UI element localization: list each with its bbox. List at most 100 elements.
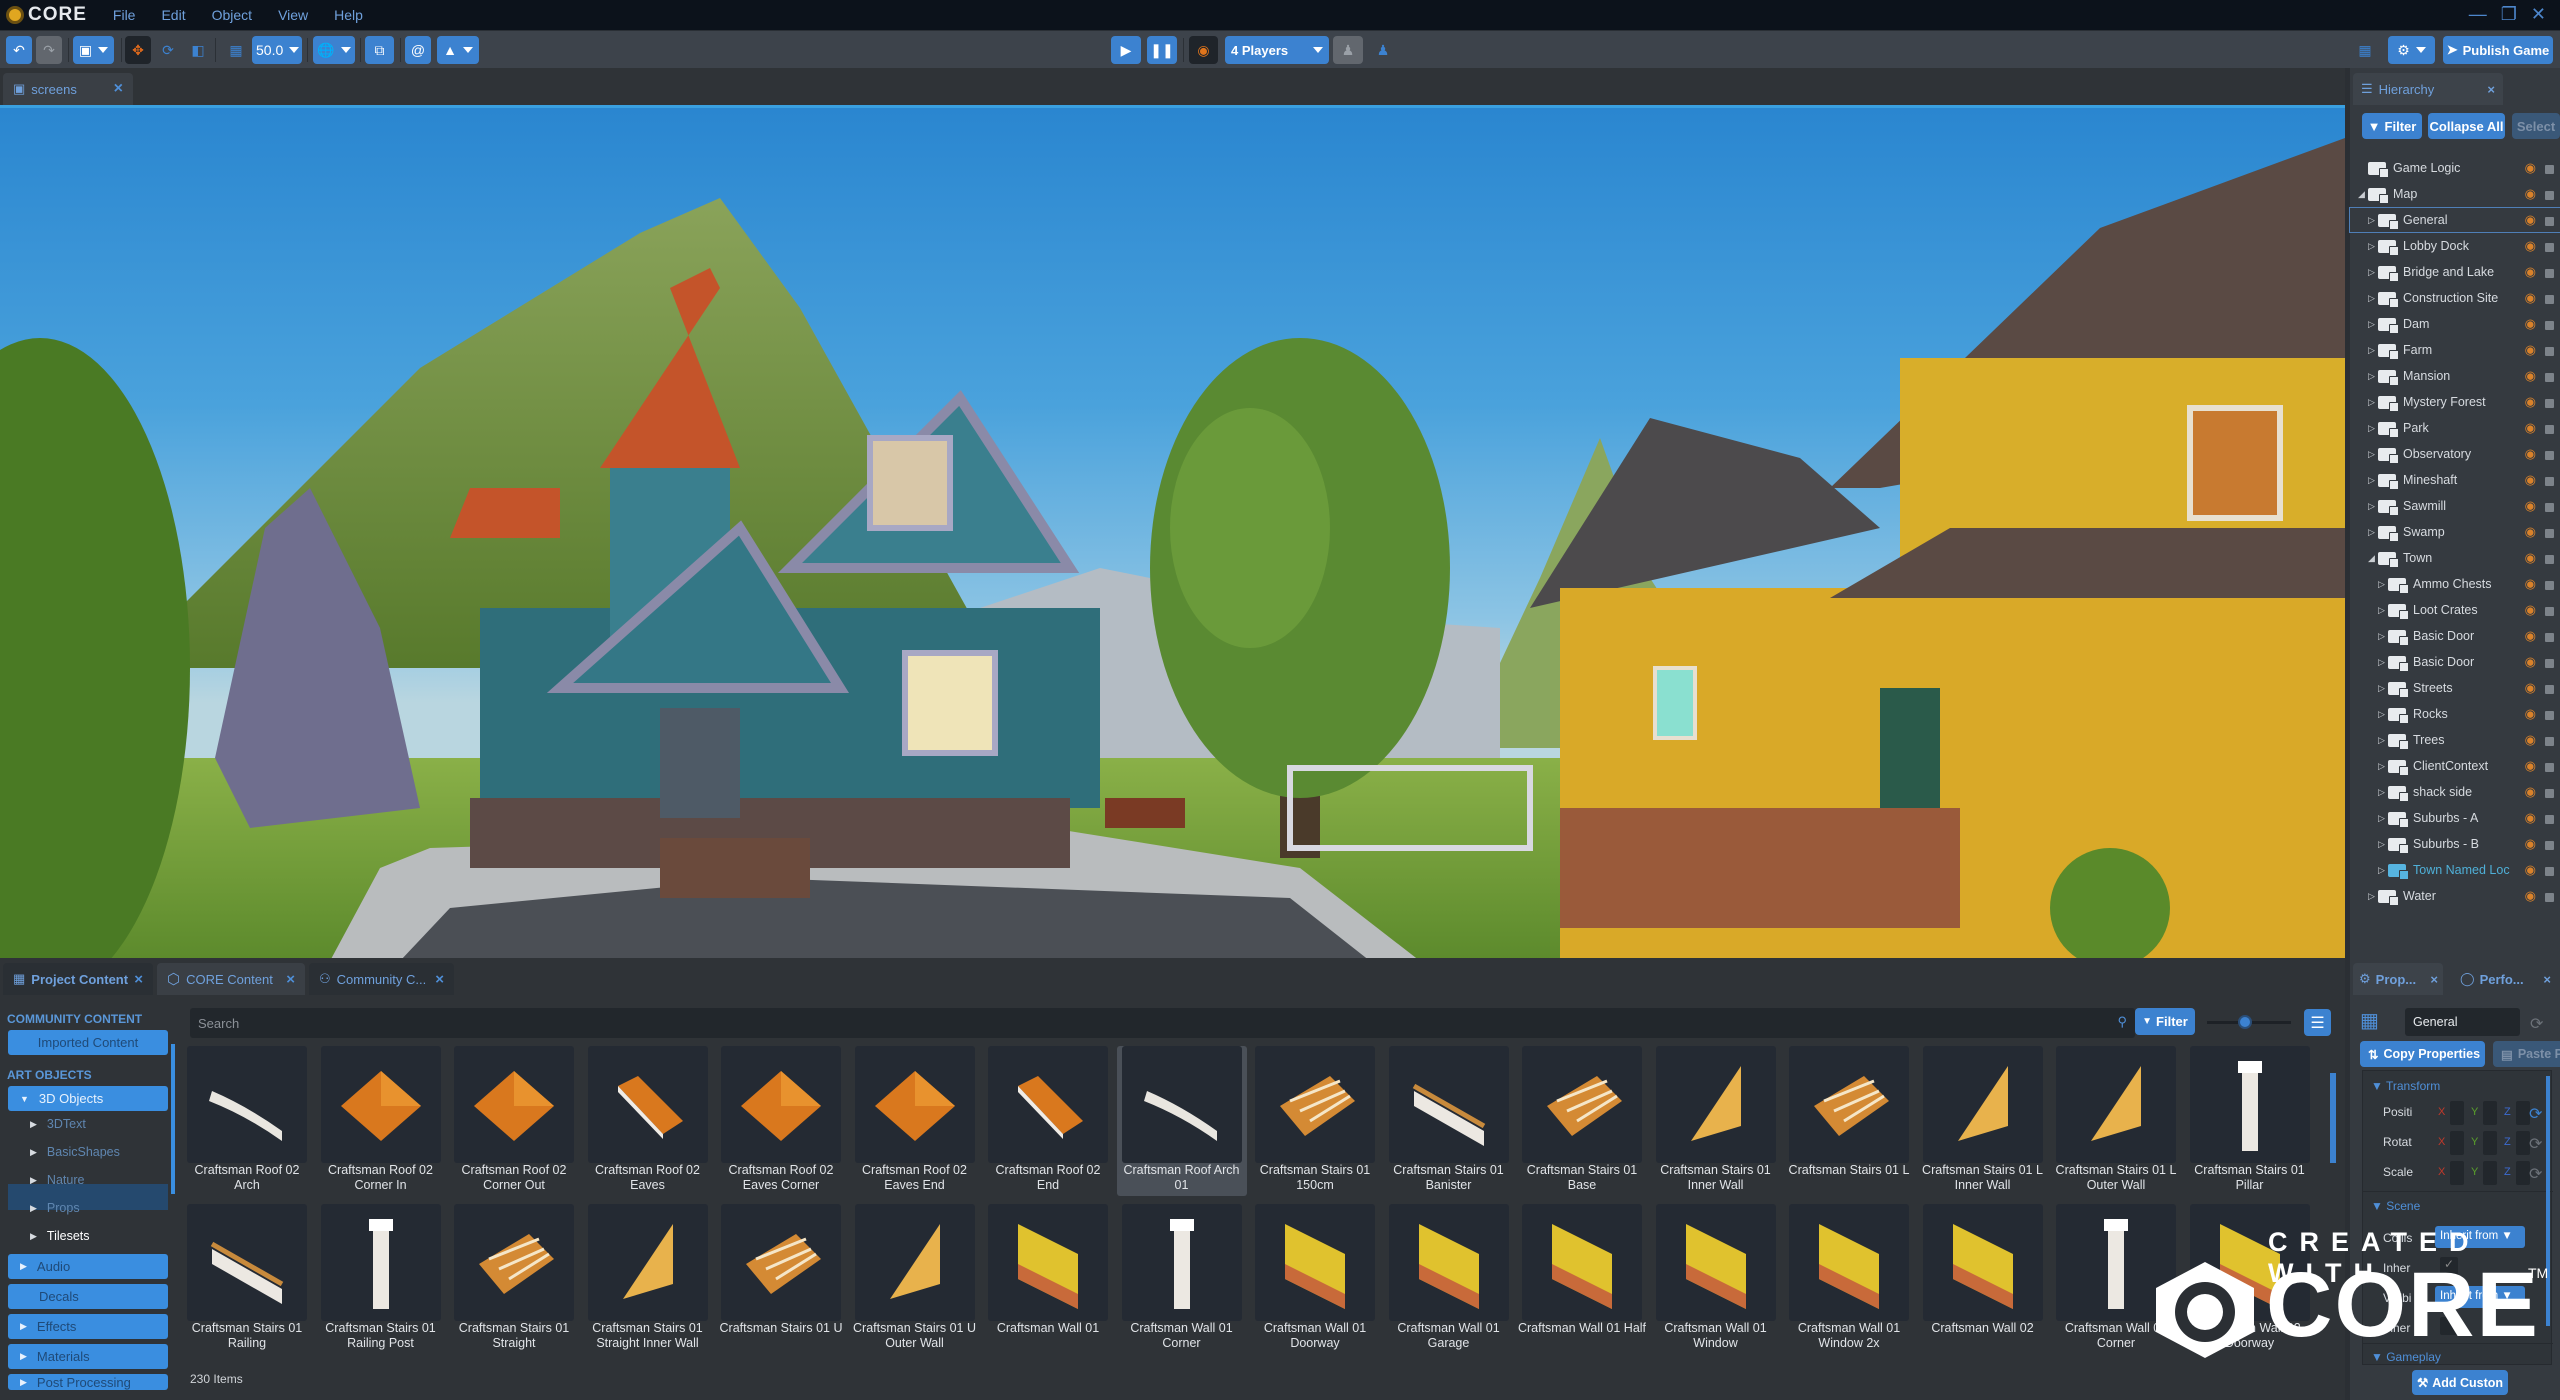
transform-value-input[interactable]	[2450, 1161, 2464, 1185]
terrain-dropdown[interactable]: ▲	[437, 36, 479, 64]
camera-settings-dropdown[interactable]: ⚙	[2388, 36, 2435, 64]
visibility-eye-icon[interactable]: ◉	[2525, 420, 2536, 436]
block-player-button[interactable]: ♟	[1368, 36, 1398, 64]
collapsed-arrow-icon[interactable]: ▷	[2368, 475, 2378, 486]
scene-section-header[interactable]: ▼ Scene	[2371, 1199, 2420, 1213]
tab-core-content[interactable]: ⬡ CORE Content ×	[157, 963, 305, 995]
lock-icon[interactable]	[2545, 659, 2554, 668]
category-3d-objects[interactable]: ▼ 3D Objects	[8, 1086, 168, 1111]
asset-tile[interactable]: Craftsman Stairs 01 Railing Post	[316, 1204, 446, 1354]
redo-button[interactable]: ↷	[36, 36, 62, 64]
category-audio[interactable]: ▶ Audio	[8, 1254, 168, 1279]
transform-value-input[interactable]	[2483, 1131, 2497, 1155]
menu-help[interactable]: Help	[334, 7, 363, 23]
lock-icon[interactable]	[2545, 217, 2554, 226]
imported-content-button[interactable]: Imported Content	[8, 1030, 168, 1055]
visibility-eye-icon[interactable]: ◉	[2525, 290, 2536, 306]
pause-button[interactable]: ❚❚	[1147, 36, 1177, 64]
transform-value-input[interactable]	[2483, 1101, 2497, 1125]
asset-tile[interactable]: Craftsman Wall 01 Corner	[1117, 1204, 1247, 1354]
visibility-eye-icon[interactable]: ◉	[2525, 654, 2536, 670]
collapsed-arrow-icon[interactable]: ▷	[2368, 527, 2378, 538]
menu-file[interactable]: File	[113, 7, 136, 23]
tab-screens[interactable]: ▣ screens ×	[3, 73, 133, 105]
tab-performance[interactable]: ◯ Perfo... ×	[2456, 963, 2556, 995]
asset-tile[interactable]: Craftsman Roof 02 Corner In	[316, 1046, 446, 1196]
tab-project-content[interactable]: ▦ Project Content ×	[3, 963, 153, 995]
transform-value-input[interactable]	[2450, 1101, 2464, 1125]
lock-icon[interactable]	[2545, 737, 2554, 746]
asset-tile[interactable]: Craftsman Roof 02 Corner Out	[449, 1046, 579, 1196]
asset-tile[interactable]: Craftsman Stairs 01 L Outer Wall	[2051, 1046, 2181, 1196]
hierarchy-item[interactable]: ▷ Mineshaft ◉	[2350, 468, 2560, 492]
object-name-input[interactable]: General	[2405, 1008, 2520, 1036]
hierarchy-item[interactable]: ▷ Suburbs - A ◉	[2350, 806, 2560, 830]
lock-icon[interactable]	[2545, 581, 2554, 590]
hierarchy-item[interactable]: ▷ Streets ◉	[2350, 676, 2560, 700]
collapsed-arrow-icon[interactable]: ▷	[2378, 735, 2388, 746]
close-tab-icon[interactable]: ×	[286, 971, 295, 988]
expanded-arrow-icon[interactable]: ◢	[2358, 189, 2368, 200]
asset-tile[interactable]: Craftsman Wall 01 Window 2x	[1784, 1204, 1914, 1354]
category-materials[interactable]: ▶ Materials	[8, 1344, 168, 1369]
hierarchy-item[interactable]: ▷ Swamp ◉	[2350, 520, 2560, 544]
collapsed-arrow-icon[interactable]: ▷	[2368, 371, 2378, 382]
category-decals[interactable]: Decals	[8, 1284, 168, 1309]
move-tool-button[interactable]: ✥	[125, 36, 151, 64]
hierarchy-item[interactable]: Game Logic ◉	[2350, 156, 2560, 180]
address-button[interactable]: @	[405, 36, 431, 64]
visibility-eye-icon[interactable]: ◉	[2525, 160, 2536, 176]
hierarchy-item[interactable]: ▷ Mansion ◉	[2350, 364, 2560, 388]
close-tab-icon[interactable]: ×	[435, 971, 444, 988]
visibility-dropdown[interactable]: Inherit from ▼	[2435, 1286, 2525, 1308]
asset-tile[interactable]: Craftsman Stairs 01 L Inner Wall	[1918, 1046, 2048, 1196]
category-props[interactable]: ▶ Props	[30, 1201, 80, 1215]
transform-value-input[interactable]	[2516, 1161, 2530, 1185]
menu-object[interactable]: Object	[212, 7, 252, 23]
hierarchy-item[interactable]: ◢ Map ◉	[2350, 182, 2560, 206]
collapsed-arrow-icon[interactable]: ▷	[2378, 657, 2388, 668]
lock-icon[interactable]	[2545, 321, 2554, 330]
asset-tile[interactable]: Craftsman Wall 02 Doorway	[2185, 1204, 2315, 1354]
slider-handle[interactable]	[2237, 1015, 2252, 1029]
screen-preview-button[interactable]: ▦	[2352, 36, 2378, 64]
hierarchy-item[interactable]: ▷ Town Named Loc ◉	[2350, 858, 2560, 882]
visibility-eye-icon[interactable]: ◉	[2525, 576, 2536, 592]
hierarchy-item[interactable]: ▷ Water ◉	[2350, 884, 2560, 908]
content-filter-button[interactable]: ▼ Filter	[2135, 1008, 2195, 1035]
collapsed-arrow-icon[interactable]: ▷	[2368, 423, 2378, 434]
reset-icon[interactable]: ⟳	[2529, 1134, 2542, 1154]
lock-icon[interactable]	[2545, 477, 2554, 486]
visibility-eye-icon[interactable]: ◉	[2525, 888, 2536, 904]
search-icon[interactable]: ⚲	[2117, 1014, 2127, 1030]
collapsed-arrow-icon[interactable]: ▷	[2368, 215, 2378, 226]
visibility-eye-icon[interactable]: ◉	[2525, 862, 2536, 878]
collapsed-arrow-icon[interactable]: ▷	[2368, 891, 2378, 902]
close-window-icon[interactable]: ✕	[2531, 4, 2546, 25]
asset-tile[interactable]: Craftsman Stairs 01 Pillar	[2185, 1046, 2315, 1196]
lock-icon[interactable]	[2545, 815, 2554, 824]
asset-tile[interactable]: Craftsman Roof 02 Eaves Corner	[716, 1046, 846, 1196]
hierarchy-item[interactable]: ▷ Farm ◉	[2350, 338, 2560, 362]
visibility-eye-icon[interactable]: ◉	[2525, 212, 2536, 228]
collapsed-arrow-icon[interactable]: ▷	[2368, 293, 2378, 304]
menu-view[interactable]: View	[278, 7, 308, 23]
hierarchy-item[interactable]: ▷ Dam ◉	[2350, 312, 2560, 336]
category-scrollbar[interactable]	[171, 1044, 175, 1194]
lock-icon[interactable]	[2545, 347, 2554, 356]
asset-tile[interactable]: Craftsman Wall 01	[983, 1204, 1113, 1354]
lock-icon[interactable]	[2545, 841, 2554, 850]
hierarchy-item[interactable]: ▷ Suburbs - B ◉	[2350, 832, 2560, 856]
visibility-eye-icon[interactable]: ◉	[2525, 446, 2536, 462]
visibility-eye-icon[interactable]: ◉	[2525, 264, 2536, 280]
hierarchy-item[interactable]: ▷ Loot Crates ◉	[2350, 598, 2560, 622]
hierarchy-item[interactable]: ▷ General ◉	[2349, 207, 2560, 233]
visibility-eye-icon[interactable]: ◉	[2525, 784, 2536, 800]
asset-tile[interactable]: Craftsman Roof Arch 01	[1116, 1046, 1247, 1196]
visibility-eye-icon[interactable]: ◉	[2525, 680, 2536, 696]
close-hierarchy-icon[interactable]: ×	[2487, 82, 2495, 97]
asset-tile[interactable]: Craftsman Stairs 01 L	[1784, 1046, 1914, 1196]
hierarchy-item[interactable]: ▷ Basic Door ◉	[2350, 650, 2560, 674]
add-player-button[interactable]: ♟	[1333, 36, 1363, 64]
asset-tile[interactable]: Craftsman Stairs 01 Straight	[449, 1204, 579, 1354]
